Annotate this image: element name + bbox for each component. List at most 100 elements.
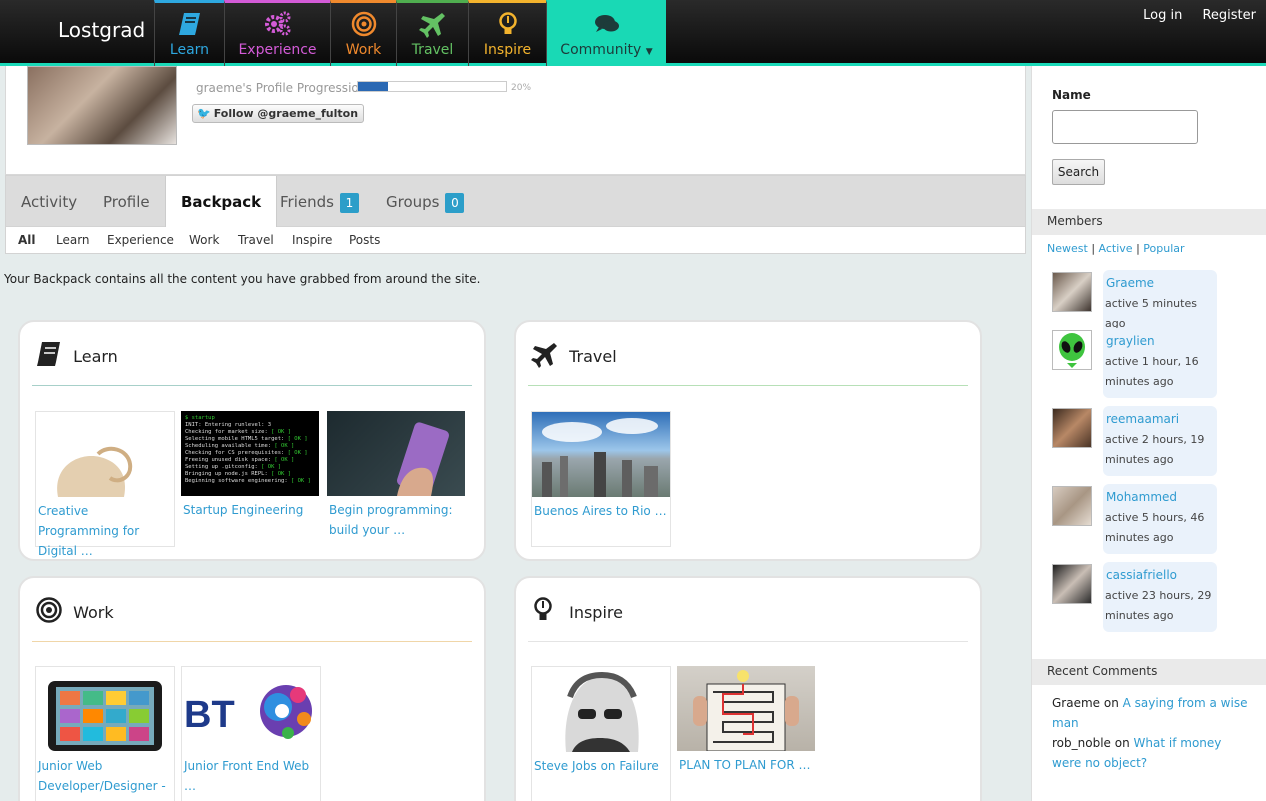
tablet-thumb [36,667,174,752]
member-search-button[interactable]: Search [1052,159,1105,185]
work-item-title[interactable]: Junior Front End Web … [184,756,318,796]
nav-learn[interactable]: Learn [154,0,224,66]
svg-text:BT: BT [184,694,235,736]
login-link[interactable]: Log in [1143,8,1182,23]
member-search-label: Name [1052,88,1091,102]
tab-groups[interactable]: Groups 0 [386,176,465,228]
filter-all[interactable]: All [18,233,36,247]
filter-popular[interactable]: Popular [1143,242,1184,255]
bt-logo-thumb: BT [182,667,320,752]
inspire-heading: Inspire [530,596,623,624]
member-avatar[interactable] [1052,408,1092,448]
nav-experience[interactable]: Experience [224,0,330,66]
nav-inspire[interactable]: Inspire [468,0,546,66]
twitter-icon: 🐦 [197,107,211,120]
caret-down-icon: ▼ [645,47,653,57]
member-search-input[interactable] [1052,110,1198,144]
nav-work-label: Work [345,42,382,58]
nav-experience-label: Experience [238,42,317,58]
sidebar: Name Search Members Newest | Active | Po… [1031,66,1266,801]
member-name[interactable]: Graeme [1105,274,1215,292]
gears-icon [264,11,290,36]
work-item-title[interactable]: Junior Web Developer/Designer - [38,756,172,796]
backpack-filter: All Learn Experience Work Travel Inspire… [5,227,1026,254]
filter-inspire[interactable]: Inspire [292,233,332,247]
inspire-item[interactable]: Steve Jobs on Failure [531,666,671,801]
twitter-follow-button[interactable]: 🐦 Follow @graeme_fulton [192,104,365,123]
member-info: reemaamari active 2 hours, 19 minutes ag… [1103,406,1217,476]
site-logo[interactable]: Lostgrad [58,18,145,42]
travel-item-title[interactable]: Buenos Aires to Rio … [534,501,668,521]
tab-friends[interactable]: Friends 1 [280,176,359,228]
member-name[interactable]: reemaamari [1105,410,1215,428]
inspire-item[interactable]: PLAN TO PLAN FOR … [677,666,817,801]
maze-thumb [677,666,815,752]
book-icon [178,13,200,35]
member-avatar[interactable] [1052,330,1092,370]
travel-heading: Travel [530,340,617,368]
nav-community-label: Community ▼ [547,42,666,58]
profile-header: graeme's Profile Progression 20% 🐦 Follow… [5,66,1026,175]
learn-item-title[interactable]: Creative Programming for Digital … [38,501,172,561]
nav-community-text: Community [560,42,642,58]
member-name[interactable]: Mohammed [1105,488,1215,506]
learn-item[interactable]: $ startup INIT: Entering runlevel: 3 Che… [181,411,321,547]
phone-graphic-icon [396,422,450,496]
nav-community[interactable]: Community ▼ [546,0,666,66]
inspire-item-title[interactable]: Steve Jobs on Failure [534,756,668,776]
member-info: Mohammed active 5 hours, 46 minutes ago [1103,484,1217,554]
nav-travel[interactable]: Travel [396,0,468,66]
filter-newest[interactable]: Newest [1047,242,1088,255]
member-activity: active 23 hours, 29 minutes ago [1105,589,1212,622]
nav-work[interactable]: Work [330,0,396,66]
terminal-thumb: $ startup INIT: Entering runlevel: 3 Che… [181,411,319,496]
work-item[interactable]: Junior Web Developer/Designer - [35,666,175,801]
groups-count-badge: 0 [445,193,465,213]
backpack-intro: Your Backpack contains all the content y… [4,272,481,286]
inspire-divider [528,641,968,642]
filter-experience[interactable]: Experience [107,233,174,247]
comment-on: on [1103,696,1119,710]
member-name[interactable]: graylien [1105,332,1215,350]
comment-item: Graeme on A saying from a wise man [1052,693,1252,733]
work-item[interactable]: BT Junior Front End Web … [181,666,321,801]
inspire-title: Inspire [569,603,623,622]
travel-divider [528,385,968,386]
book-icon [37,342,60,366]
tab-backpack[interactable]: Backpack [165,176,278,228]
tab-profile[interactable]: Profile [103,176,150,228]
member-avatar[interactable] [1052,486,1092,526]
inspire-section: Inspire Steve Jobs on Failure PLAN TO PL… [514,576,982,801]
members-filter: Newest | Active | Popular [1047,242,1185,255]
portrait-graphic [565,671,639,752]
plane-icon [418,13,445,38]
learn-item[interactable]: Creative Programming for Digital … [35,411,175,558]
filter-learn[interactable]: Learn [56,233,90,247]
profile-avatar[interactable] [27,66,177,145]
learn-item-title[interactable]: Begin programming: build your … [329,500,463,540]
member-avatar[interactable] [1052,564,1092,604]
filter-work[interactable]: Work [189,233,219,247]
member-name[interactable]: cassiafriello [1105,566,1215,584]
filter-posts[interactable]: Posts [349,233,380,247]
learn-title: Learn [73,347,118,366]
inspire-item-title[interactable]: PLAN TO PLAN FOR … [679,755,813,775]
member-avatar[interactable] [1052,272,1092,312]
filter-travel[interactable]: Travel [238,233,274,247]
profile-tabs: Activity Profile Backpack Friends 1 Group… [5,175,1026,228]
member-info: graylien active 1 hour, 16 minutes ago [1103,328,1217,398]
learn-item-title[interactable]: Startup Engineering [183,500,317,520]
register-link[interactable]: Register [1202,8,1256,23]
learn-item[interactable]: Begin programming: build your … [327,411,467,547]
tab-activity[interactable]: Activity [21,176,77,228]
travel-section: Travel Buenos Aires to Rio … [514,320,982,561]
comments-icon [594,15,619,32]
work-title: Work [73,603,114,622]
progress-bar [357,81,507,92]
member-activity: active 1 hour, 16 minutes ago [1105,355,1199,388]
comment-item: rob_noble on What if money were no objec… [1052,733,1252,773]
shell-graphic-icon [57,446,133,497]
travel-item[interactable]: Buenos Aires to Rio … [531,411,671,547]
learn-heading: Learn [34,340,118,368]
filter-active[interactable]: Active [1099,242,1133,255]
